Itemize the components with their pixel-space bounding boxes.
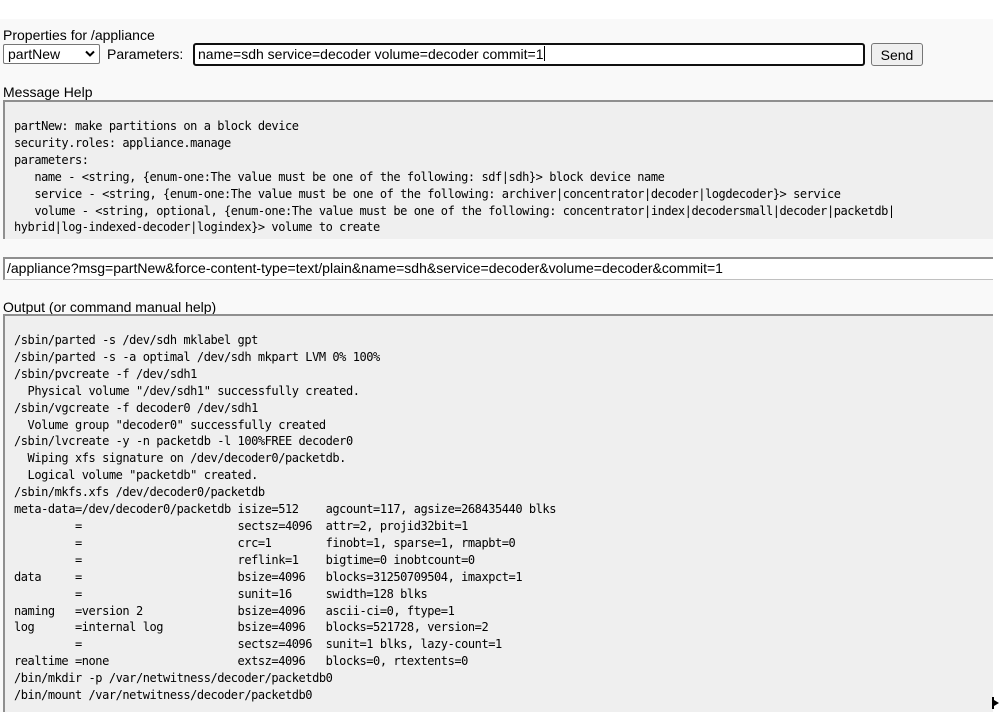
output-line: realtime =none extsz=4096 blocks=0, rtex… [14, 654, 468, 669]
message-help-box[interactable]: partNew: make partitions on a block devi… [3, 100, 993, 239]
help-line: name - <string, {enum-one:The value must… [34, 169, 665, 184]
output-line: = sectsz=4096 attr=2, projid32bit=1 [74, 518, 468, 533]
output-line: Physical volume "/dev/sdh1" successfully… [27, 383, 360, 398]
parameters-label: Parameters: [107, 46, 184, 62]
text-caret [543, 46, 545, 61]
output-line: /sbin/pvcreate -f /dev/sdh1 [14, 366, 197, 381]
output-line: = reflink=1 bigtime=0 inobtcount=0 [74, 552, 475, 567]
parameters-input[interactable]: name=sdh service=decoder volume=decoder … [193, 43, 865, 66]
output-line: data = bsize=4096 blocks=31250709504, im… [14, 569, 523, 584]
parameters-input-value: name=sdh service=decoder volume=decoder … [198, 46, 544, 62]
output-line: = sectsz=4096 sunit=1 blks, lazy-count=1 [74, 637, 502, 652]
output-text: /sbin/parted -s /dev/sdh mklabel gpt /sb… [14, 332, 556, 704]
help-line: security.roles: appliance.manage [14, 135, 231, 150]
help-line: hybrid|log-indexed-decoder|logindex}> vo… [14, 220, 380, 235]
request-url-value: /appliance?msg=partNew&force-content-typ… [7, 260, 723, 276]
output-line: naming =version 2 bsize=4096 ascii-ci=0,… [14, 603, 455, 618]
help-line: partNew: make partitions on a block devi… [14, 119, 299, 133]
output-line: = sunit=16 swidth=128 blks [74, 586, 428, 601]
output-line: meta-data=/dev/decoder0/packetdb isize=5… [14, 502, 556, 517]
output-line: /bin/mount /var/netwitness/decoder/packe… [14, 688, 313, 703]
message-select-value: partNew [8, 46, 61, 62]
output-line: /sbin/lvcreate -y -n packetdb -l 100%FRE… [14, 434, 353, 449]
help-line: parameters: [14, 152, 89, 167]
output-line: /sbin/parted -s /dev/sdh mklabel gpt [14, 333, 258, 347]
output-line: /sbin/mkfs.xfs /dev/decoder0/packetdb [14, 485, 265, 500]
page-title: Properties for /appliance [3, 27, 155, 43]
output-line: /sbin/parted -s -a optimal /dev/sdh mkpa… [14, 349, 380, 364]
help-line: service - <string, {enum-one:The value m… [34, 186, 841, 201]
appliance-properties-page: Properties for /appliance partNew Parame… [0, 19, 993, 712]
pointer-cursor-icon [992, 697, 999, 709]
message-select[interactable]: partNew [3, 44, 100, 64]
output-title: Output (or command manual help) [3, 299, 217, 315]
output-line: = crc=1 finobt=1, sparse=1, rmapbt=0 [74, 535, 516, 550]
send-button[interactable]: Send [871, 43, 923, 66]
output-line: Volume group "decoder0" successfully cre… [27, 417, 327, 432]
help-line: volume - <string, optional, {enum-one:Th… [34, 203, 895, 218]
output-line: /sbin/vgcreate -f decoder0 /dev/sdh1 [14, 400, 258, 415]
message-help-title: Message Help [3, 84, 93, 100]
message-help-text: partNew: make partitions on a block devi… [14, 118, 895, 236]
output-line: Wiping xfs signature on /dev/decoder0/pa… [27, 451, 347, 466]
output-line: Logical volume "packetdb" created. [27, 468, 259, 483]
chevron-down-icon [85, 50, 95, 57]
output-line: log =internal log bsize=4096 blocks=5217… [14, 620, 489, 635]
output-line: /bin/mkdir -p /var/netwitness/decoder/pa… [14, 671, 333, 686]
output-box[interactable]: /sbin/parted -s /dev/sdh mklabel gpt /sb… [3, 314, 993, 712]
request-url-field[interactable]: /appliance?msg=partNew&force-content-typ… [3, 257, 993, 280]
